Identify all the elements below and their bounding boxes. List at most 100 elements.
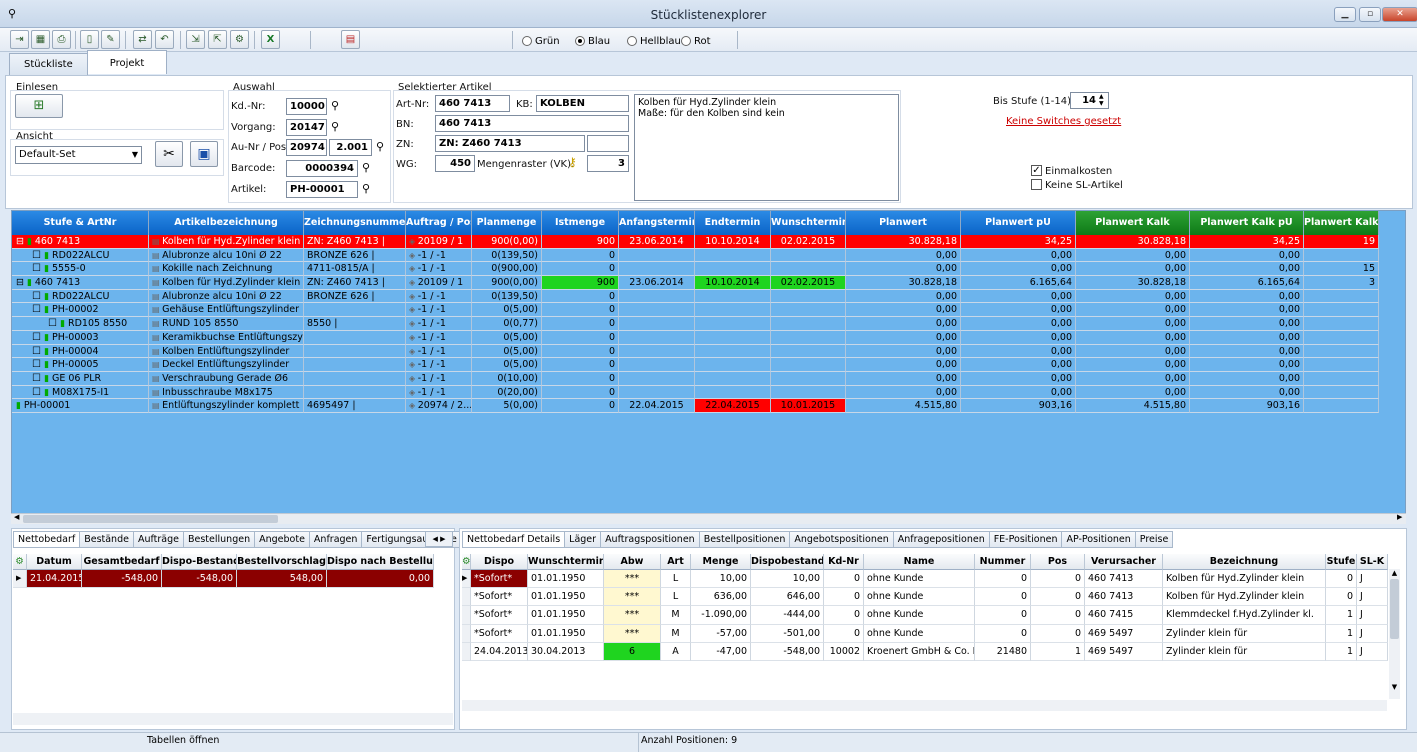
- column-header[interactable]: Pos: [1031, 554, 1085, 570]
- table-row[interactable]: ☐ ▮ PH-00003 ▤ Keramikbuchse Entlüftungsz…: [12, 330, 1405, 345]
- tab-aufträge[interactable]: Aufträge: [132, 531, 184, 548]
- column-header[interactable]: Planwert pU: [961, 211, 1076, 235]
- tree-icon[interactable]: ▦: [31, 30, 50, 49]
- tab-auftragspositionen[interactable]: Auftragspositionen: [600, 531, 700, 548]
- table-row[interactable]: ⊟ ▮ 460 7413 ▤ Kolben für Hyd.Zylinder kl…: [12, 235, 1405, 249]
- column-header[interactable]: Kd-Nr: [824, 554, 864, 570]
- table-row[interactable]: ▶ 21.04.2015 -548,00 -548,00 548,00 0,00: [13, 570, 434, 589]
- scroll-right-icon[interactable]: ▶: [1397, 513, 1402, 521]
- table-row[interactable]: ☐ ▮ PH-00005 ▤ Deckel Entlüftungszylinder…: [12, 358, 1405, 372]
- refresh-icon[interactable]: ⇄: [133, 30, 152, 49]
- column-header[interactable]: SL-K: [1357, 554, 1388, 570]
- table-row[interactable]: ☐ ▮ 5555-0 ▤ Kokille nach Zeichnung 4711-0…: [12, 262, 1405, 277]
- table-row[interactable]: ☐ ▮ RD022ALCU ▤ Alubronze alcu 10ni Ø 22 B…: [12, 289, 1405, 304]
- search-icon[interactable]: ⚲: [373, 140, 387, 154]
- checkbox[interactable]: ☐: [32, 346, 44, 357]
- barcode-field[interactable]: 0000394: [286, 160, 358, 177]
- column-header[interactable]: Planwert Kalk: [1076, 211, 1190, 235]
- keine-sl-checkbox[interactable]: [1031, 179, 1042, 190]
- einmalkosten-checkbox[interactable]: ✓: [1031, 165, 1042, 176]
- column-header[interactable]: Nummer: [975, 554, 1031, 570]
- column-header[interactable]: Planwert: [846, 211, 961, 235]
- column-header[interactable]: Datum: [27, 554, 82, 570]
- tab-preise[interactable]: Preise: [1134, 531, 1174, 548]
- settings-icon[interactable]: ⚙: [13, 554, 27, 570]
- tab-anfragen[interactable]: Anfragen: [308, 531, 363, 548]
- tab-ap-positionen[interactable]: AP-Positionen: [1061, 531, 1136, 548]
- kd-nr-field[interactable]: 10000: [286, 98, 327, 115]
- table-row[interactable]: ☐ ▮ PH-00002 ▤ Gehäuse Entlüftungszylinde…: [12, 303, 1405, 318]
- table-row[interactable]: ☐ ▮ M08X175-I1 ▤ Inbusschraube M8x175 ◈ -1…: [12, 385, 1405, 400]
- switches-link[interactable]: Keine Switches gesetzt: [1006, 116, 1121, 127]
- column-header[interactable]: Dispo: [471, 554, 528, 570]
- search-icon[interactable]: ⚲: [328, 120, 342, 134]
- column-header[interactable]: Stufe & ArtNr: [12, 211, 149, 235]
- column-header[interactable]: Verursacher: [1085, 554, 1163, 570]
- scroll-thumb[interactable]: [23, 515, 278, 523]
- search-icon[interactable]: ⚲: [328, 99, 342, 113]
- table-row[interactable]: *Sofort* 01.01.1950 *** M -1.090,00 -444,00 0 o…: [462, 606, 1388, 625]
- column-header[interactable]: Wunschtermin: [771, 211, 846, 235]
- search-icon[interactable]: ⚲: [359, 182, 373, 196]
- table-row[interactable]: ⊟ ▮ 460 7413 ▤ Kolben für Hyd.Zylinder kl…: [12, 276, 1405, 290]
- table-row[interactable]: ☐ ▮ GE 06 PLR ▤ Verschraubung Gerade Ø6 ◈ …: [12, 371, 1405, 386]
- column-header[interactable]: Art: [661, 554, 691, 570]
- radio-hellblau[interactable]: Hellblau: [627, 34, 681, 48]
- tab-fe-positionen[interactable]: FE-Positionen: [988, 531, 1063, 548]
- tab-scroll-icon[interactable]: ◀ ▶: [425, 531, 453, 547]
- column-header[interactable]: Dispo nach Bestellung: [327, 554, 434, 570]
- right-grid[interactable]: ⚙ Dispo Wunschtermin Abw Art Menge Dispobestan…: [462, 554, 1388, 661]
- column-header[interactable]: Planwert Kalk GK-Zuschl: [1304, 211, 1379, 235]
- import-icon[interactable]: ⇱: [208, 30, 227, 49]
- right-hscrollbar[interactable]: [462, 700, 1387, 711]
- tab-projekt[interactable]: Projekt: [86, 50, 168, 74]
- close-button[interactable]: ✕: [1382, 7, 1417, 22]
- tools-button[interactable]: ✂: [155, 141, 183, 167]
- checkbox[interactable]: ☐: [32, 304, 44, 315]
- settings-icon[interactable]: ⚙: [462, 554, 471, 570]
- column-header[interactable]: Dispobestand: [751, 554, 824, 570]
- minimize-button[interactable]: ▁: [1334, 7, 1356, 22]
- vorgang-field[interactable]: 20147: [286, 119, 327, 136]
- pos-field[interactable]: 2.001: [329, 139, 372, 156]
- main-grid[interactable]: Stufe & ArtNr Artikelbezeichnung Zeichnung…: [11, 210, 1406, 524]
- expand-icon[interactable]: ⊟: [16, 236, 27, 247]
- table-row[interactable]: *Sofort* 01.01.1950 *** L 636,00 646,00 0 ohne …: [462, 588, 1388, 607]
- table-row[interactable]: 24.04.2013 30.04.2013 6 A -47,00 -548,00 10002…: [462, 642, 1388, 661]
- scroll-left-icon[interactable]: ◀: [14, 513, 19, 521]
- checkbox[interactable]: ☐: [48, 318, 60, 329]
- column-header[interactable]: Istmenge: [542, 211, 619, 235]
- print-icon[interactable]: ⎙: [52, 30, 71, 49]
- tab-nettobedarf-details[interactable]: Nettobedarf Details: [462, 531, 566, 548]
- settings-icon[interactable]: ⚙: [230, 30, 249, 49]
- left-grid[interactable]: ⚙ Datum Gesamtbedarf Dispo-Bestand Bestellvo…: [13, 554, 434, 589]
- table-row[interactable]: *Sofort* 01.01.1950 *** M -57,00 -501,00 0 ohne…: [462, 624, 1388, 643]
- tab-angebote[interactable]: Angebote: [254, 531, 310, 548]
- export-icon[interactable]: ⇲: [186, 30, 205, 49]
- column-header[interactable]: Wunschtermin: [528, 554, 604, 570]
- table-row[interactable]: ☐ ▮ RD105 8550 ▤ RUND 105 8550 8550 | ◈ -1 …: [12, 317, 1405, 331]
- right-vscrollbar[interactable]: ▲ ▼: [1389, 569, 1400, 699]
- artikel-field[interactable]: PH-00001: [286, 181, 358, 198]
- checkbox[interactable]: ☐: [32, 359, 44, 370]
- tab-angebotspositionen[interactable]: Angebotspositionen: [789, 531, 894, 548]
- horizontal-scrollbar[interactable]: ◀ ▶: [11, 513, 1406, 524]
- tab-anfragepositionen[interactable]: Anfragepositionen: [892, 531, 990, 548]
- ansicht-select[interactable]: Default-Set ▼: [15, 146, 142, 164]
- column-header[interactable]: Auftrag / Pos: [406, 211, 472, 235]
- phone-icon[interactable]: ▯: [80, 30, 99, 49]
- excel-icon[interactable]: X: [261, 30, 280, 49]
- column-header[interactable]: Artikelbezeichnung: [149, 211, 304, 235]
- aunr-field[interactable]: 20974: [286, 139, 327, 156]
- checkbox[interactable]: ☐: [32, 387, 44, 398]
- checkbox[interactable]: ☐: [32, 291, 44, 302]
- description-box[interactable]: Kolben für Hyd.Zylinder klein Maße: für …: [634, 94, 899, 201]
- column-header[interactable]: Dispo-Bestand: [162, 554, 237, 570]
- column-header[interactable]: Bezeichnung: [1163, 554, 1326, 570]
- scroll-down-icon[interactable]: ▼: [1389, 683, 1400, 691]
- spinner-arrows-icon[interactable]: ▲ ▼: [1099, 93, 1104, 107]
- table-row[interactable]: ▶ *Sofort* 01.01.1950 *** L 10,00 10,00 0 ohne K…: [462, 570, 1388, 589]
- column-header[interactable]: Anfangstermin: [619, 211, 695, 235]
- undo-icon[interactable]: ↶: [155, 30, 174, 49]
- column-header[interactable]: Stufe: [1326, 554, 1357, 570]
